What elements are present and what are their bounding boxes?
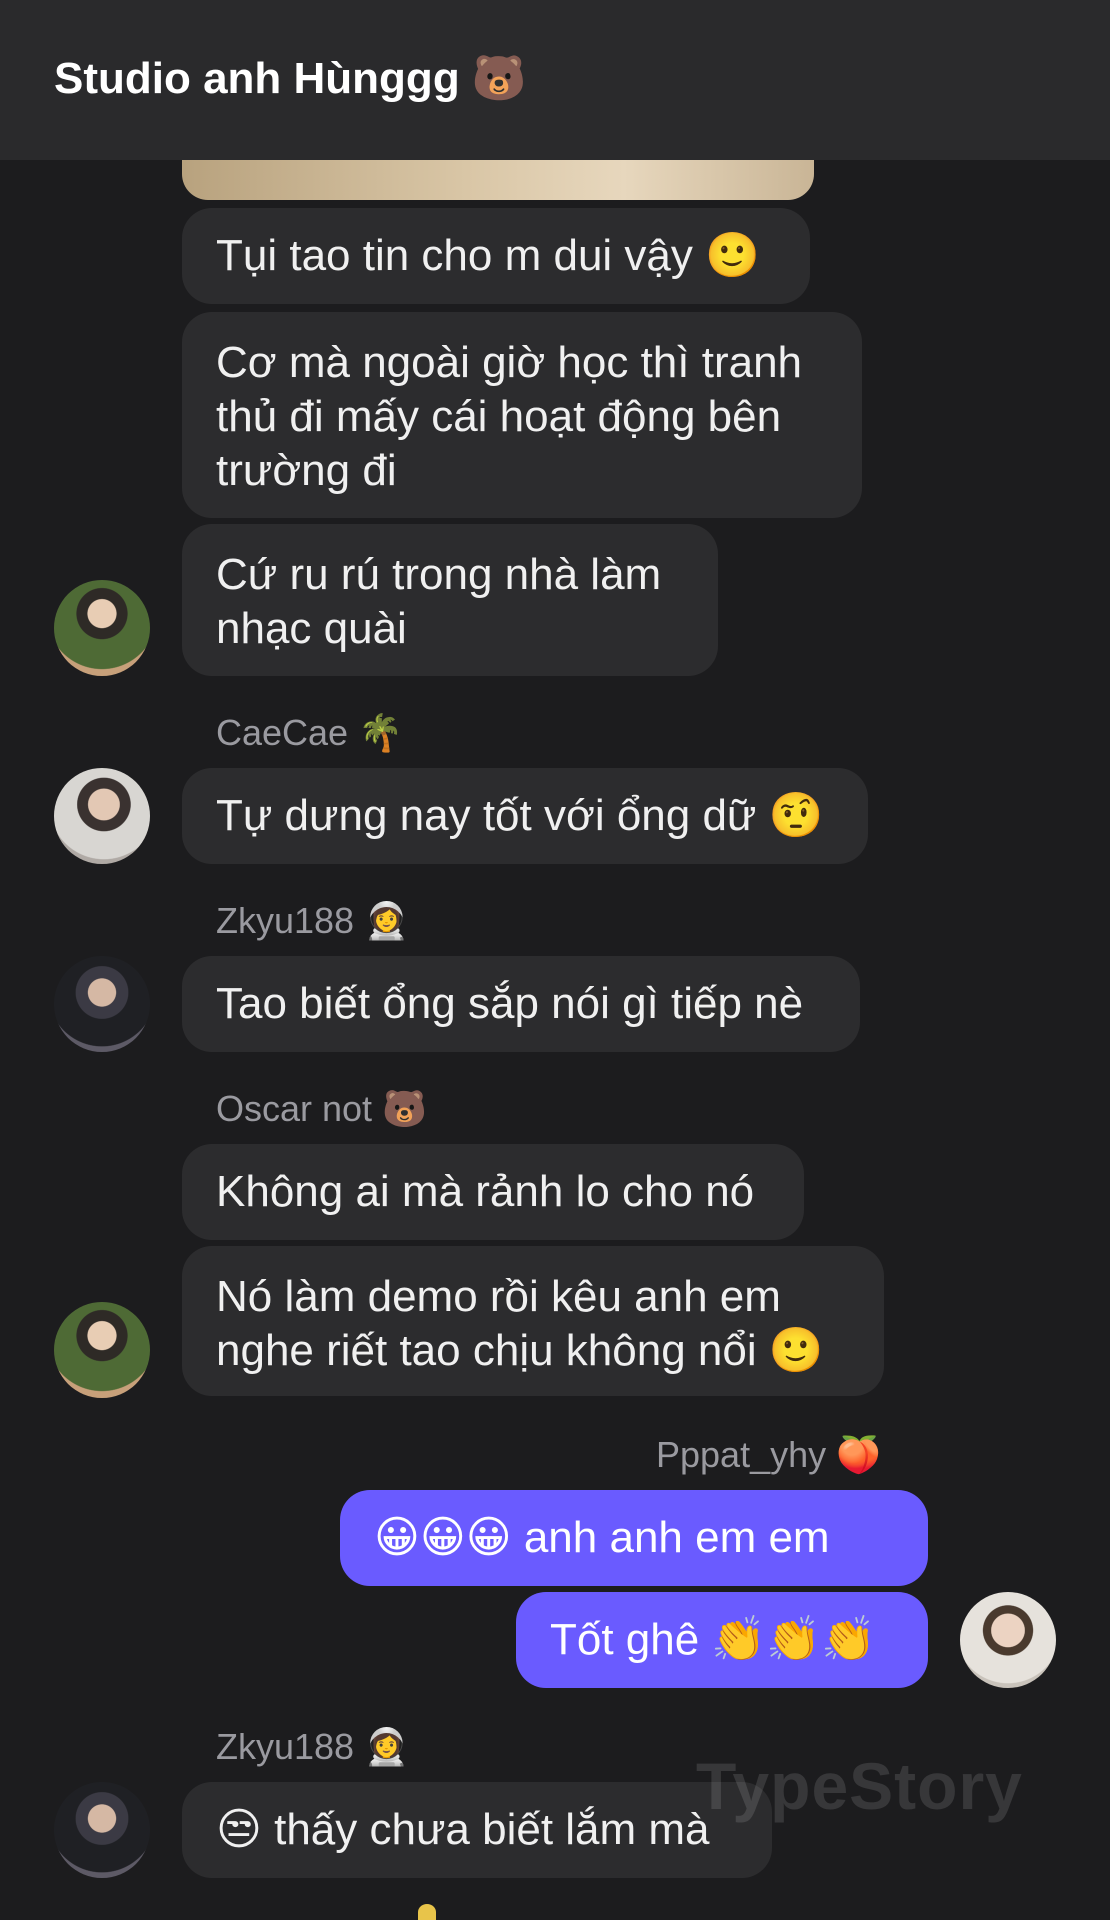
message-text: 😀😀😀 anh anh em em (374, 1513, 830, 1562)
message-text: Tụi tao tin cho m dui vậy 🙂 (216, 231, 760, 280)
message-bubble[interactable]: Tụi tao tin cho m dui vậy 🙂 (182, 208, 810, 304)
chat-title[interactable]: Studio anh Hùnggg 🐻 (54, 52, 527, 104)
message-bubble[interactable]: Tốt ghê 👏👏👏 (516, 1592, 928, 1688)
sender-name: Oscar not 🐻 (216, 1088, 427, 1129)
sender-name: Pppat_yhy 🍑 (656, 1434, 881, 1475)
message-text: Tự dưng nay tốt với ổng dữ 🤨 (216, 791, 824, 840)
message-text: Cứ ru rú trong nhà làm nhạc quài (216, 550, 662, 653)
avatar[interactable] (960, 1592, 1056, 1688)
message-text: Không ai mà rảnh lo cho nó (216, 1167, 755, 1216)
message-bubble[interactable]: 😀😀😀 anh anh em em (340, 1490, 928, 1586)
message-text: 😒 thấy chưa biết lắm mà (216, 1805, 710, 1854)
message-bubble[interactable]: 😒 thấy chưa biết lắm mà (182, 1782, 772, 1878)
message-bubble[interactable]: Không ai mà rảnh lo cho nó (182, 1144, 804, 1240)
watermark: TypeStory (696, 1749, 1023, 1823)
sender-name: CaeCae 🌴 (216, 712, 403, 753)
message-bubble[interactable]: Nó làm demo rồi kêu anh em nghe riết tao… (182, 1246, 884, 1396)
message-bubble[interactable]: Cứ ru rú trong nhà làm nhạc quài (182, 524, 718, 676)
avatar[interactable] (54, 580, 150, 676)
avatar[interactable] (54, 1302, 150, 1398)
avatar[interactable] (54, 956, 150, 1052)
photo-message[interactable] (182, 160, 814, 200)
message-bubble[interactable]: Tự dưng nay tốt với ổng dữ 🤨 (182, 768, 868, 864)
chat-header: Studio anh Hùnggg 🐻 (0, 0, 1110, 160)
avatar[interactable] (54, 768, 150, 864)
message-text: Cơ mà ngoài giờ học thì tranh thủ đi mấy… (216, 338, 803, 495)
message-text: Nó làm demo rồi kêu anh em nghe riết tao… (216, 1272, 824, 1375)
message-text: Tao biết ổng sắp nói gì tiếp nè (216, 979, 804, 1028)
avatar[interactable] (54, 1782, 150, 1878)
sender-name: Zkyu188 👩‍🚀 (216, 1726, 409, 1767)
message-bubble[interactable]: Cơ mà ngoài giờ học thì tranh thủ đi mấy… (182, 312, 862, 518)
partial-emoji-icon (418, 1904, 436, 1920)
sender-name: Zkyu188 👩‍🚀 (216, 900, 409, 941)
message-text: Tốt ghê 👏👏👏 (550, 1615, 876, 1664)
message-bubble[interactable]: Tao biết ổng sắp nói gì tiếp nè (182, 956, 860, 1052)
